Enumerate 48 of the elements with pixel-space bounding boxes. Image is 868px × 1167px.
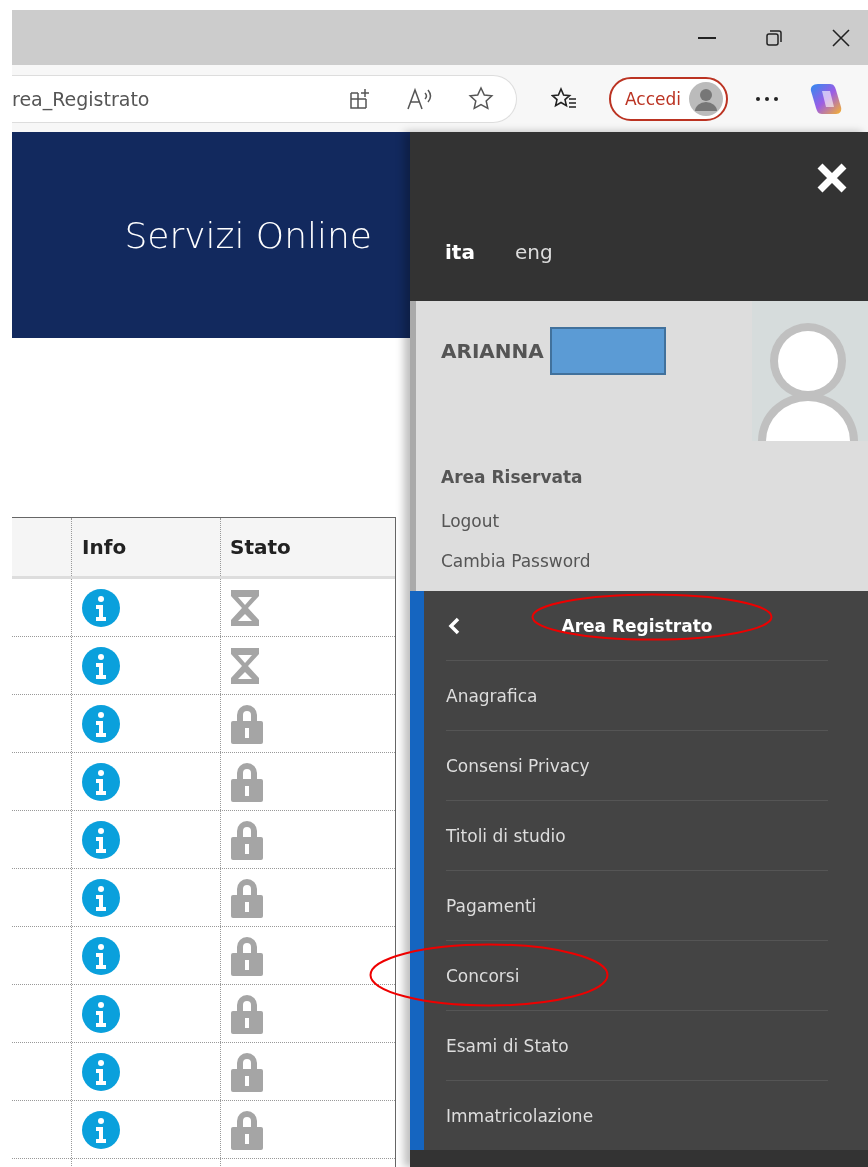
padlock-icon bbox=[230, 761, 264, 802]
language-link[interactable]: eng bbox=[514, 240, 553, 264]
column-header: Stato bbox=[230, 535, 291, 559]
info-icon[interactable] bbox=[82, 704, 120, 743]
padlock-icon bbox=[230, 819, 264, 860]
language-link[interactable]: ita bbox=[445, 240, 475, 264]
split-screen-icon[interactable] bbox=[348, 86, 372, 111]
menu-item[interactable]: Immatricolazione bbox=[446, 1105, 594, 1126]
menu-item[interactable]: Pagamenti bbox=[446, 895, 537, 916]
info-icon[interactable] bbox=[82, 762, 120, 801]
info-icon[interactable] bbox=[82, 994, 120, 1033]
info-icon[interactable] bbox=[82, 936, 120, 975]
info-icon[interactable] bbox=[82, 646, 120, 685]
info-icon[interactable] bbox=[82, 878, 120, 917]
account-link[interactable]: Logout bbox=[441, 511, 752, 532]
more-icon[interactable] bbox=[756, 96, 778, 101]
padlock-icon bbox=[230, 877, 264, 918]
hourglass-icon bbox=[230, 646, 260, 685]
padlock-icon bbox=[230, 1109, 264, 1150]
account-link[interactable]: Cambia Password bbox=[441, 551, 752, 572]
padlock-icon bbox=[230, 703, 264, 744]
minimize-icon[interactable] bbox=[698, 36, 716, 39]
menu-item[interactable]: Titoli di studio bbox=[446, 825, 566, 846]
info-icon[interactable] bbox=[82, 588, 120, 627]
section-title: Area Riservata bbox=[441, 467, 584, 488]
close-icon[interactable] bbox=[832, 28, 850, 47]
padlock-icon bbox=[230, 1051, 264, 1092]
menu-item[interactable]: Esami di Stato bbox=[446, 1035, 569, 1056]
sign-in-button[interactable]: Accedi bbox=[609, 76, 728, 121]
site-title: Servizi Online bbox=[124, 214, 372, 256]
info-icon[interactable] bbox=[82, 820, 120, 859]
restore-icon[interactable] bbox=[766, 29, 782, 46]
avatar-icon bbox=[689, 81, 723, 116]
back-chevron-icon[interactable] bbox=[448, 616, 460, 635]
user-name: ARIANNA bbox=[441, 339, 544, 364]
menu-item[interactable]: Anagrafica bbox=[446, 685, 538, 706]
padlock-icon bbox=[230, 935, 264, 976]
favorites-icon[interactable] bbox=[551, 86, 577, 111]
padlock-icon bbox=[230, 993, 264, 1034]
info-icon[interactable] bbox=[82, 1052, 120, 1091]
nav-title: Area Registrato bbox=[561, 615, 713, 636]
menu-item[interactable]: Consensi Privacy bbox=[446, 755, 590, 776]
info-icon[interactable] bbox=[82, 1110, 120, 1149]
hourglass-icon bbox=[230, 588, 260, 627]
column-header: Info bbox=[82, 535, 127, 559]
star-icon[interactable] bbox=[468, 85, 494, 112]
menu-item[interactable]: Concorsi bbox=[446, 965, 520, 986]
read-aloud-icon[interactable] bbox=[406, 86, 434, 111]
